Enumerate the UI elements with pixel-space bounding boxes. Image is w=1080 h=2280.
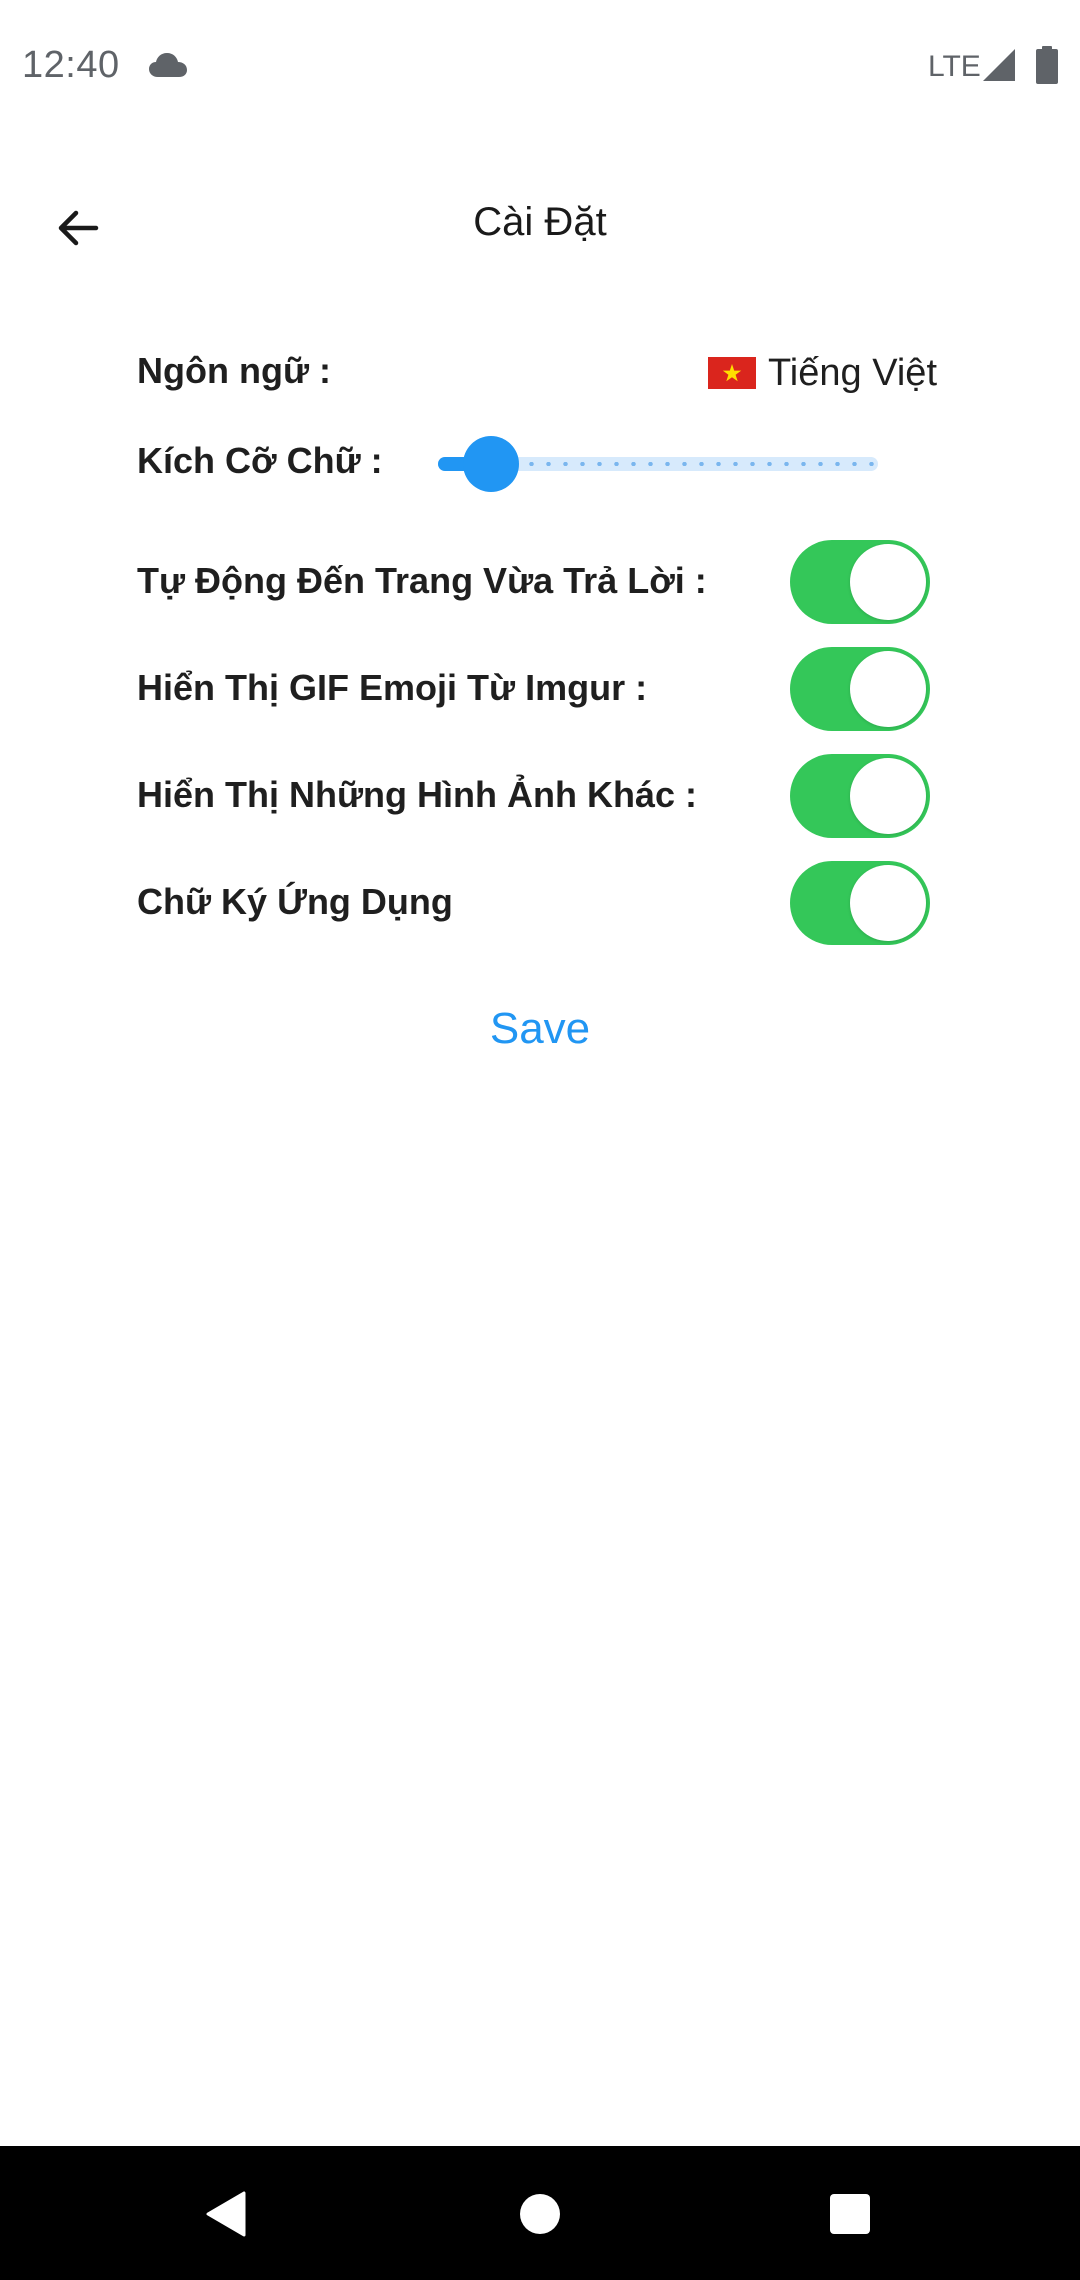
language-value: Tiếng Việt [768,351,937,394]
language-label: Ngôn ngữ : [137,350,332,391]
cloud-icon [149,53,187,77]
recents-square-icon [830,2194,870,2234]
status-bar: 12:40 LTE [0,0,1080,136]
status-time: 12:40 [22,44,120,86]
toggle-knob [850,758,926,834]
battery-icon [1036,46,1058,84]
show-other-images-label: Hiển Thị Những Hình Ảnh Khác : [137,774,698,815]
show-other-images-toggle[interactable] [790,754,930,838]
app-signature-label: Chữ Ký Ứng Dụng [137,881,453,922]
back-triangle-icon [206,2191,246,2237]
home-circle-icon [520,2194,560,2234]
app-signature-toggle[interactable] [790,861,930,945]
toggle-knob [850,651,926,727]
toggle-knob [850,544,926,620]
toggle-knob [850,865,926,941]
show-imgur-gif-emoji-label: Hiển Thị GIF Emoji Từ Imgur : [137,667,648,708]
slider-thumb[interactable] [463,436,519,492]
language-selector[interactable]: Tiếng Việt [708,348,937,398]
show-imgur-gif-emoji-toggle[interactable] [790,647,930,731]
vietnam-flag-icon [708,357,756,389]
nav-home-button[interactable] [508,2182,572,2246]
navigation-bar [0,2146,1080,2280]
nav-recents-button[interactable] [818,2182,882,2246]
network-type-label: LTE [928,50,981,83]
save-button[interactable]: Save [440,994,640,1064]
font-size-slider[interactable] [438,434,878,494]
nav-back-button[interactable] [194,2182,258,2246]
auto-go-to-replied-page-toggle[interactable] [790,540,930,624]
auto-go-to-replied-page-label: Tự Động Đến Trang Vừa Trả Lời : [137,560,707,601]
signal-icon [983,49,1015,81]
page-title: Cài Đặt [473,200,607,244]
font-size-label: Kích Cỡ Chữ : [137,440,383,481]
